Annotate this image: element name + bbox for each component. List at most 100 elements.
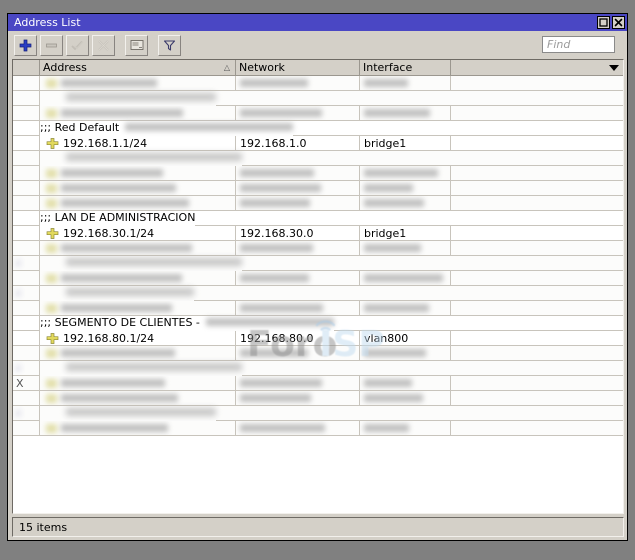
row-gutter[interactable]: [13, 91, 40, 106]
cell-extra: [451, 301, 623, 316]
table-row[interactable]: [13, 391, 623, 406]
table-row[interactable]: [13, 106, 623, 121]
row-gutter[interactable]: [13, 241, 40, 256]
table-row-comment[interactable]: ;;: [13, 361, 623, 376]
column-header-address[interactable]: Address △: [40, 60, 236, 75]
table-row[interactable]: [13, 271, 623, 286]
cell-network: 192.168.30.0: [236, 226, 360, 241]
table-row[interactable]: [13, 196, 623, 211]
cell-network: 192.168.1.0: [236, 136, 360, 151]
disable-button[interactable]: [92, 34, 115, 56]
add-button[interactable]: [14, 34, 37, 56]
interface-value: bridge1: [364, 136, 407, 150]
row-gutter[interactable]: [13, 226, 40, 241]
row-gutter[interactable]: [13, 391, 40, 406]
cell-address: [40, 421, 236, 436]
row-gutter[interactable]: X: [13, 376, 40, 391]
table-row-comment[interactable]: [13, 151, 623, 166]
close-icon[interactable]: [612, 16, 625, 29]
comment-cell: ;;; SEGMENTO DE CLIENTES -: [40, 316, 334, 331]
table-row[interactable]: 192.168.30.1/24 192.168.30.0 bridge1: [13, 226, 623, 241]
cell-address: [40, 196, 236, 211]
table-row[interactable]: 192.168.1.1/24 192.168.1.0 bridge1: [13, 136, 623, 151]
network-value: 192.168.30.0: [240, 226, 314, 240]
column-header-network[interactable]: Network: [236, 60, 360, 75]
comment-marker: ;;: [15, 407, 22, 418]
cell-address: [40, 346, 236, 361]
cell-extra: [451, 76, 623, 91]
row-gutter[interactable]: [13, 211, 40, 226]
table-row-comment[interactable]: ;;; LAN DE ADMINISTRACION: [13, 211, 623, 226]
table-header-row: Address △ Network Interface: [13, 60, 623, 76]
table-row[interactable]: [13, 76, 623, 91]
row-gutter[interactable]: ;;: [13, 256, 40, 271]
row-gutter[interactable]: ;;: [13, 406, 40, 421]
item-count-label: 15 items: [19, 520, 68, 534]
column-header-interface-label: Interface: [363, 61, 413, 74]
table-row[interactable]: [13, 421, 623, 436]
table-row-comment[interactable]: ;;: [13, 286, 623, 301]
window-controls: [597, 16, 625, 29]
cell-extra: [242, 256, 623, 271]
comment-cell: [40, 151, 242, 166]
cell-network: [236, 166, 360, 181]
comment-button[interactable]: [125, 34, 148, 56]
table-row[interactable]: [13, 181, 623, 196]
row-gutter[interactable]: [13, 196, 40, 211]
row-gutter[interactable]: [13, 421, 40, 436]
table-row-comment[interactable]: ;;; SEGMENTO DE CLIENTES -: [13, 316, 623, 331]
cell-interface: [360, 271, 451, 286]
table-row-comment[interactable]: ;;: [13, 406, 623, 421]
row-gutter[interactable]: [13, 166, 40, 181]
row-gutter[interactable]: [13, 331, 40, 346]
filter-button[interactable]: [158, 34, 181, 56]
row-gutter[interactable]: [13, 76, 40, 91]
cell-address: [40, 376, 236, 391]
table-row[interactable]: 192.168.80.1/24 192.168.80.0 vlan800: [13, 331, 623, 346]
cell-extra: [216, 91, 623, 106]
table-row[interactable]: [13, 301, 623, 316]
remove-button[interactable]: [40, 34, 63, 56]
column-header-interface[interactable]: Interface: [360, 60, 451, 75]
comment-text: LAN DE ADMINISTRACION: [54, 211, 196, 224]
table-row[interactable]: X: [13, 376, 623, 391]
comment-cell: [40, 91, 216, 106]
cell-interface: [360, 166, 451, 181]
cell-interface: [360, 346, 451, 361]
row-gutter[interactable]: ;;: [13, 286, 40, 301]
cell-extra: [195, 211, 623, 226]
row-gutter[interactable]: [13, 151, 40, 166]
cell-network: [236, 421, 360, 436]
address-entry-icon: [46, 137, 59, 149]
column-header-gutter[interactable]: [13, 60, 40, 75]
cell-network: [236, 181, 360, 196]
column-header-address-label: Address: [43, 61, 87, 74]
table-row-comment[interactable]: [13, 91, 623, 106]
cell-interface: [360, 421, 451, 436]
row-gutter[interactable]: [13, 181, 40, 196]
disabled-marker: X: [16, 376, 24, 390]
row-gutter[interactable]: [13, 301, 40, 316]
table-row[interactable]: [13, 241, 623, 256]
cell-extra: [451, 196, 623, 211]
chevron-down-icon[interactable]: [609, 64, 619, 71]
cell-address: 192.168.1.1/24: [40, 136, 236, 151]
table-row[interactable]: [13, 166, 623, 181]
row-gutter[interactable]: [13, 346, 40, 361]
cell-interface: [360, 181, 451, 196]
table-row[interactable]: [13, 346, 623, 361]
cell-extra: [451, 391, 623, 406]
column-header-menu[interactable]: [451, 60, 623, 75]
table-row-comment[interactable]: ;;: [13, 256, 623, 271]
row-gutter[interactable]: ;;: [13, 361, 40, 376]
row-gutter[interactable]: [13, 121, 40, 136]
enable-button[interactable]: [66, 34, 89, 56]
search-input[interactable]: Find: [542, 36, 615, 53]
maximize-icon[interactable]: [597, 16, 610, 29]
row-gutter[interactable]: [13, 106, 40, 121]
row-gutter[interactable]: [13, 271, 40, 286]
cell-extra: [194, 286, 623, 301]
table-row-comment[interactable]: ;;; Red Default: [13, 121, 623, 136]
row-gutter[interactable]: [13, 316, 40, 331]
row-gutter[interactable]: [13, 136, 40, 151]
